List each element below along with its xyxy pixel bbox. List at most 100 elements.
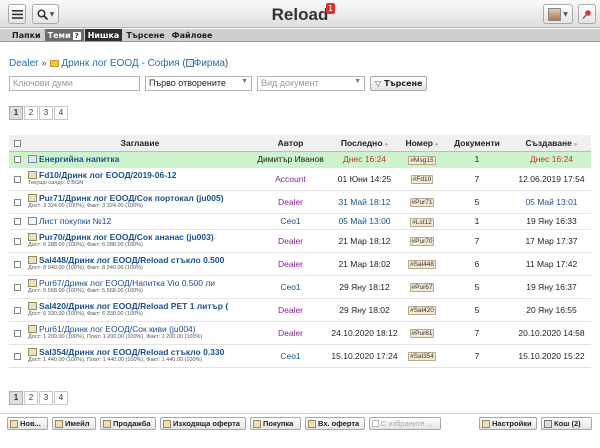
- keywords-input[interactable]: Ключови думи: [9, 76, 140, 91]
- pin-button[interactable]: [578, 4, 596, 24]
- row-checkbox[interactable]: [14, 283, 21, 291]
- tab-topics[interactable]: Теми?: [44, 29, 84, 41]
- sort-icon: ●: [573, 141, 578, 148]
- app-title: Reload: [271, 5, 329, 24]
- row-checkbox[interactable]: [14, 306, 21, 314]
- row-checkbox[interactable]: [14, 237, 21, 245]
- row-checkbox[interactable]: [14, 352, 21, 360]
- table-row[interactable]: Енергийна напитка Димитър Иванов Днес 16…: [9, 151, 591, 168]
- outgoing-offer-button[interactable]: Изходяща оферта: [160, 417, 246, 430]
- table-row[interactable]: Sal420/Дринк лог ЕООД/Reload PET 1 литър…: [9, 298, 591, 322]
- col-number-label: Номер: [405, 137, 433, 148]
- breadcrumb-company[interactable]: Дринк лог ЕООД - София: [61, 58, 179, 69]
- page-3[interactable]: 3: [39, 391, 53, 405]
- notification-badge[interactable]: 1: [326, 3, 335, 14]
- page-1[interactable]: 1: [9, 106, 23, 120]
- row-title-cell: Лист покупки №12: [26, 213, 254, 230]
- doc-type-select[interactable]: Вид документ ▼: [257, 76, 365, 91]
- row-checkbox[interactable]: [14, 260, 21, 268]
- breadcrumb-root[interactable]: Dealer: [9, 58, 38, 69]
- with-selected-button[interactable]: С избраните ...: [369, 417, 441, 430]
- row-title[interactable]: Sal420/Дринк лог ЕООД/Reload PET 1 литър…: [39, 301, 228, 311]
- row-last: 21 Мар 18:02: [327, 252, 402, 276]
- col-author[interactable]: Автор: [254, 135, 327, 152]
- table-row[interactable]: Sal448/Дринк лог ЕООД/Reload стъкло 0.50…: [9, 252, 591, 276]
- table-row[interactable]: Pur70/Дринк лог ЕООД/Сок ананас (ju003) Д…: [9, 229, 591, 253]
- row-number-cell: #Lst12: [402, 213, 442, 230]
- row-number[interactable]: #Pur70: [409, 237, 435, 246]
- row-checkbox[interactable]: [14, 156, 21, 164]
- col-number[interactable]: Номер ●: [402, 135, 442, 152]
- tab-thread[interactable]: Нишка: [84, 29, 123, 41]
- with-selected-label: С избраните ...: [381, 419, 433, 428]
- bin-button[interactable]: Кош (2): [541, 417, 592, 430]
- table-row[interactable]: Лист покупки №12 Ceo1 05 Май 13:00 #Lst1…: [9, 213, 591, 230]
- row-created: 20.10.2020 14:58: [512, 321, 591, 345]
- page-4[interactable]: 4: [54, 391, 68, 405]
- table-row[interactable]: Pur67/Дринк лог ЕООД/Напитка Vio 0.500 л…: [9, 275, 591, 299]
- row-number[interactable]: #Sal420: [408, 306, 436, 315]
- purchase-button[interactable]: Покупка: [250, 417, 301, 430]
- row-checkbox[interactable]: [14, 329, 21, 337]
- email-button[interactable]: Имейл: [52, 417, 96, 430]
- incoming-offer-button[interactable]: Вх. оферта: [305, 417, 365, 430]
- row-number[interactable]: #Msg15: [408, 155, 436, 165]
- row-title[interactable]: Pur71/Дринк лог ЕООД/Сок портокал (ju005…: [39, 193, 224, 203]
- firm-link[interactable]: Фирма: [194, 58, 225, 69]
- help-icon[interactable]: ?: [72, 32, 81, 40]
- row-number[interactable]: #Pur67: [409, 283, 435, 292]
- row-title[interactable]: Sal448/Дринк лог ЕООД/Reload стъкло 0.50…: [39, 255, 224, 265]
- col-last-label: Последно: [340, 137, 383, 148]
- sort-icon: ●: [434, 141, 439, 148]
- row-select: [9, 151, 26, 168]
- row-number[interactable]: #Lst12: [410, 217, 434, 227]
- table-row[interactable]: Fd10/Дринк лог ЕООД/2019-06-12 Текущо сал…: [9, 167, 591, 191]
- profile-button[interactable]: ▼: [543, 4, 573, 24]
- row-select: [9, 344, 26, 368]
- row-title-cell: Sal420/Дринк лог ЕООД/Reload PET 1 литър…: [26, 298, 254, 322]
- row-title[interactable]: Pur70/Дринк лог ЕООД/Сок ананас (ju003): [39, 232, 214, 242]
- row-title[interactable]: Sal354/Дринк лог ЕООД/Reload стъкло 0.33…: [39, 347, 224, 357]
- row-checkbox[interactable]: [14, 175, 21, 183]
- row-number[interactable]: #Sal354: [408, 352, 436, 361]
- sale-button[interactable]: Продажба: [100, 417, 156, 430]
- row-number[interactable]: #Fd10: [410, 175, 434, 184]
- select-all-checkbox[interactable]: [14, 140, 21, 147]
- row-title[interactable]: Fd10/Дринк лог ЕООД/2019-06-12: [39, 170, 176, 180]
- row-title[interactable]: Pur61/Дринк лог ЕООД/Сок киви (ju004): [39, 324, 196, 334]
- row-title[interactable]: Енергийна напитка: [39, 154, 119, 164]
- sale-button-label: Продажба: [113, 419, 151, 428]
- table-row[interactable]: Sal354/Дринк лог ЕООД/Reload стъкло 0.33…: [9, 344, 591, 368]
- tab-files[interactable]: Файлове: [169, 29, 216, 41]
- row-checkbox[interactable]: [14, 218, 21, 226]
- row-number[interactable]: #Pur61: [409, 329, 435, 338]
- email-button-label: Имейл: [65, 419, 90, 428]
- row-title[interactable]: Лист покупки №12: [39, 216, 111, 226]
- settings-button[interactable]: Настройки: [479, 417, 537, 430]
- page-2[interactable]: 2: [24, 106, 38, 120]
- page-3[interactable]: 3: [39, 106, 53, 120]
- page-4[interactable]: 4: [54, 106, 68, 120]
- search-button[interactable]: ▽ Търсене: [370, 76, 428, 91]
- new-button[interactable]: Нов...: [7, 417, 48, 430]
- tab-search[interactable]: Търсене: [123, 29, 167, 41]
- col-title[interactable]: Заглавие: [26, 135, 254, 152]
- col-created[interactable]: Създаване ●: [512, 135, 591, 152]
- col-created-label: Създаване: [525, 137, 572, 148]
- col-last[interactable]: Последно ●: [327, 135, 402, 152]
- purchase-button-label: Покупка: [263, 419, 294, 428]
- purchase-icon: [28, 233, 37, 241]
- list-icon: [28, 217, 37, 225]
- page-1[interactable]: 1: [9, 391, 23, 405]
- row-title[interactable]: Pur67/Дринк лог ЕООД/Напитка Vio 0.500 л…: [39, 278, 215, 288]
- table-row[interactable]: Pur61/Дринк лог ЕООД/Сок киви (ju004) Дос…: [9, 321, 591, 345]
- row-number[interactable]: #Sal448: [408, 260, 436, 269]
- col-docs[interactable]: Документи: [442, 135, 512, 152]
- tab-folders[interactable]: Папки: [9, 29, 44, 41]
- row-checkbox[interactable]: [14, 198, 21, 206]
- page-2[interactable]: 2: [24, 391, 38, 405]
- row-last: 01 Юни 14:25: [327, 167, 402, 191]
- order-select[interactable]: Първо отворените ▼: [145, 76, 252, 91]
- row-number[interactable]: #Pur71: [409, 198, 435, 207]
- table-row[interactable]: Pur71/Дринк лог ЕООД/Сок портокал (ju005…: [9, 190, 591, 214]
